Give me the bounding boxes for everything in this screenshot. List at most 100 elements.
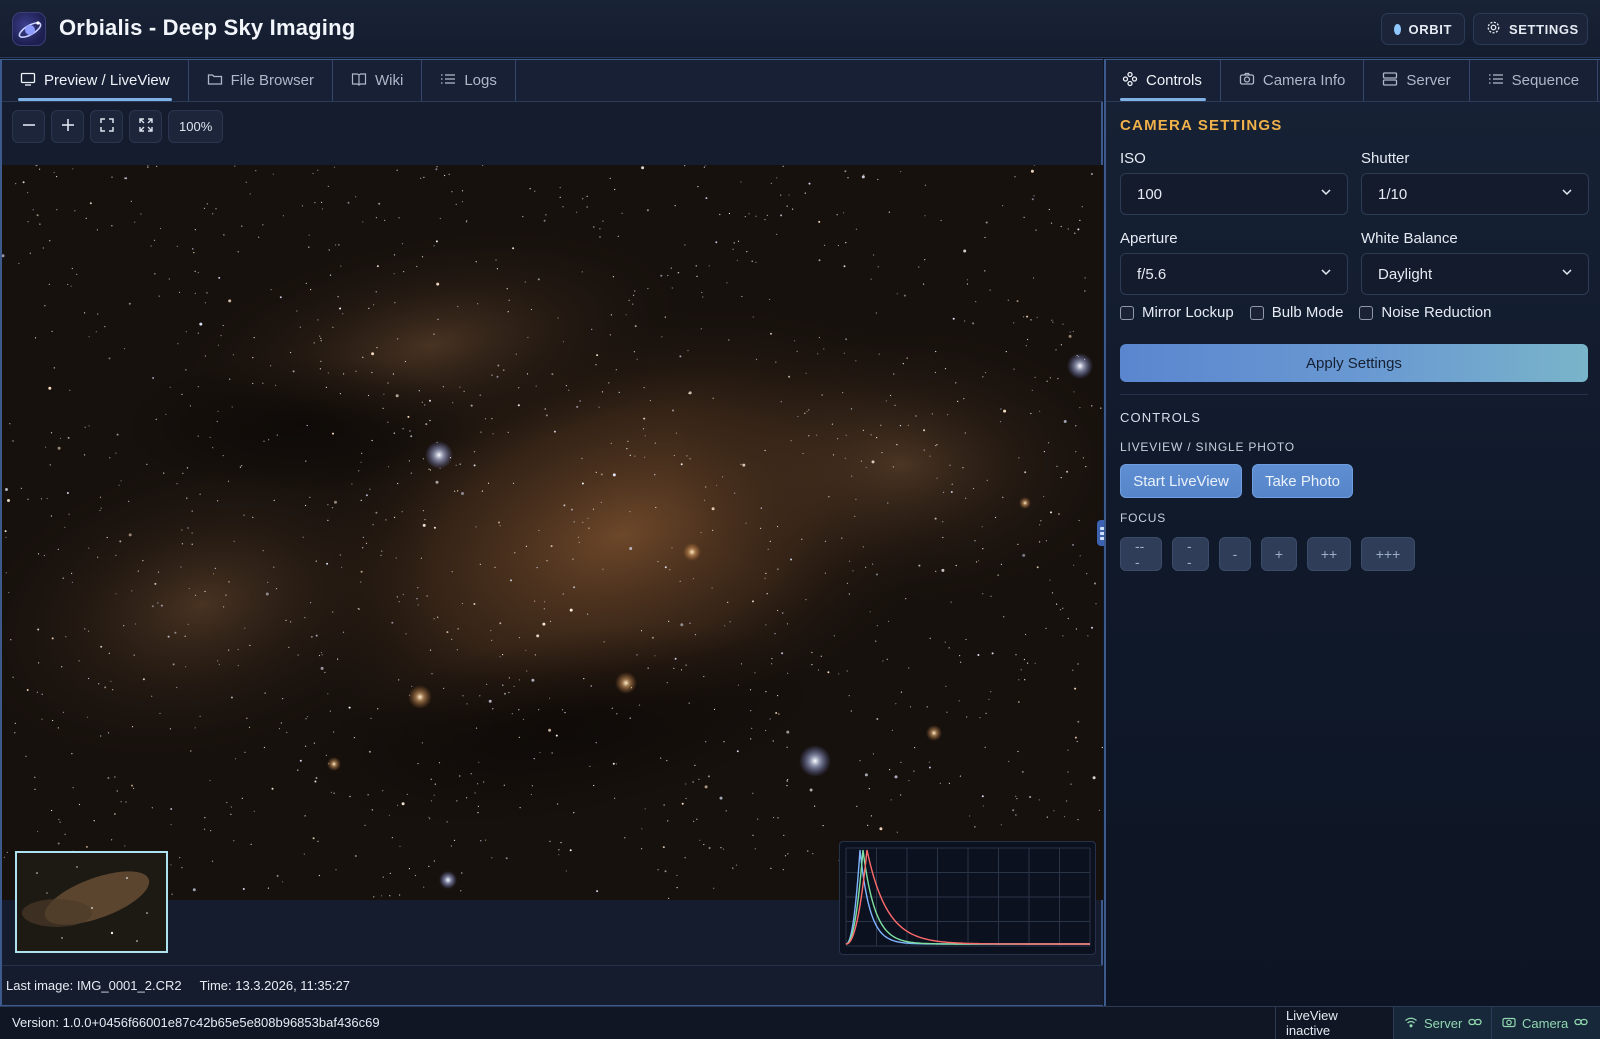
- shutter-select[interactable]: 1/10: [1361, 173, 1589, 215]
- focus-far-small-button[interactable]: -: [1219, 537, 1251, 571]
- focus-near-small-button[interactable]: +: [1261, 537, 1297, 571]
- zoom-out-icon: [21, 117, 37, 137]
- settings-button[interactable]: SETTINGS: [1473, 13, 1588, 45]
- camera-status[interactable]: Camera: [1491, 1007, 1600, 1039]
- tab-label: Server: [1406, 72, 1451, 89]
- checkbox-label: Bulb Mode: [1271, 304, 1344, 321]
- link-icon: [1574, 1015, 1588, 1032]
- controls-icon: [1122, 71, 1138, 91]
- tab-file-browser[interactable]: File Browser: [189, 60, 333, 101]
- preview-status-line: Last image: IMG_0001_2.CR2 Time: 13.3.20…: [2, 965, 1103, 1005]
- status-bar: Version: 1.0.0+0456f66001e87c42b65e5e808…: [0, 1006, 1600, 1039]
- aperture-value: f/5.6: [1137, 265, 1167, 283]
- tab-label: Camera Info: [1262, 72, 1346, 89]
- checkbox-label: Noise Reduction: [1381, 304, 1492, 321]
- camera-status-label: Camera: [1522, 1015, 1569, 1031]
- chevron-down-icon: [1560, 185, 1574, 203]
- aperture-select[interactable]: f/5.6: [1120, 253, 1348, 295]
- histogram: [839, 841, 1096, 955]
- liveview-status-label: LiveView inactive: [1286, 1008, 1338, 1038]
- tab-label: Preview / LiveView: [44, 72, 170, 89]
- section-divider: [1120, 394, 1588, 395]
- fullscreen-button[interactable]: [129, 110, 162, 143]
- liveview-status: LiveView inactive: [1275, 1007, 1393, 1039]
- tab-wiki[interactable]: Wiki: [333, 60, 423, 101]
- fit-button[interactable]: [90, 110, 123, 143]
- monitor-icon: [20, 71, 36, 91]
- focus-far-large-button[interactable]: ---: [1120, 537, 1162, 571]
- controls-title: CONTROLS: [1120, 410, 1202, 425]
- focus-near-large-button[interactable]: +++: [1361, 537, 1415, 571]
- tab-label: Logs: [464, 72, 497, 89]
- white-balance-value: Daylight: [1378, 265, 1433, 283]
- link-icon: [1468, 1015, 1482, 1032]
- camera-icon: [1502, 1015, 1516, 1032]
- folder-icon: [207, 71, 223, 91]
- chevron-down-icon: [1560, 265, 1574, 283]
- zoom-level: 100%: [168, 110, 224, 143]
- chevron-down-icon: [1319, 265, 1333, 283]
- last-image-label: Last image: IMG_0001_2.CR2: [6, 978, 182, 993]
- time-label: Time: 13.3.2026, 11:35:27: [199, 978, 350, 993]
- mirror-lockup-checkbox[interactable]: Mirror Lockup: [1120, 304, 1234, 321]
- tab-controls[interactable]: Controls: [1106, 60, 1221, 101]
- tab-label: Controls: [1146, 72, 1202, 89]
- server-icon: [1382, 71, 1398, 91]
- camera-settings-title: CAMERA SETTINGS: [1120, 117, 1283, 134]
- bulb-mode-checkbox[interactable]: Bulb Mode: [1249, 304, 1344, 321]
- focus-far-medium-button[interactable]: --: [1172, 537, 1209, 571]
- shutter-label: Shutter: [1361, 150, 1410, 167]
- left-tabbar: Preview / LiveView File Browser Wiki Log…: [2, 60, 1103, 102]
- apply-settings-button[interactable]: Apply Settings: [1120, 344, 1588, 382]
- histogram-chart: [845, 847, 1091, 947]
- wifi-icon: [1404, 1015, 1418, 1032]
- iso-label: ISO: [1120, 150, 1146, 167]
- milky-way-image: [2, 165, 1103, 900]
- focus-near-medium-button[interactable]: ++: [1307, 537, 1351, 571]
- zoom-in-button[interactable]: [51, 110, 84, 143]
- tab-sequence[interactable]: Sequence: [1470, 60, 1599, 101]
- fullscreen-icon: [138, 117, 154, 137]
- tab-label: Wiki: [374, 72, 404, 89]
- iso-value: 100: [1137, 185, 1163, 203]
- server-status[interactable]: Server: [1393, 1007, 1491, 1039]
- checkbox-box[interactable]: [1120, 305, 1134, 320]
- right-tabbar: Controls Camera Info Server Sequence: [1106, 60, 1600, 102]
- checkbox-box[interactable]: [1249, 305, 1264, 320]
- focus-section-title: FOCUS: [1120, 511, 1166, 525]
- tab-preview-liveview[interactable]: Preview / LiveView: [2, 60, 189, 101]
- tab-label: Sequence: [1511, 72, 1580, 89]
- app-title: Orbialis - Deep Sky Imaging: [59, 15, 356, 40]
- server-status-label: Server: [1424, 1015, 1463, 1031]
- preview-toolbar: 100%: [12, 110, 224, 144]
- aperture-label: Aperture: [1120, 230, 1178, 247]
- preview-image[interactable]: [2, 165, 1103, 900]
- app-logo-icon: [12, 12, 46, 46]
- tab-server[interactable]: Server: [1364, 60, 1470, 101]
- version-label: Version: 1.0.0+0456f66001e87c42b65e5e808…: [12, 1015, 380, 1030]
- tab-label: File Browser: [230, 72, 314, 89]
- camera-icon: [1239, 71, 1255, 91]
- histogram-grid: [845, 847, 1091, 947]
- zoom-out-button[interactable]: [12, 110, 45, 143]
- list-icon: [1488, 71, 1504, 91]
- chevron-down-icon: [1319, 185, 1333, 203]
- checkbox-box[interactable]: [1359, 305, 1374, 320]
- preview-pane: Preview / LiveView File Browser Wiki Log…: [0, 59, 1103, 1006]
- tab-logs[interactable]: Logs: [422, 60, 516, 101]
- iso-select[interactable]: 100: [1120, 173, 1348, 215]
- tab-camera-info[interactable]: Camera Info: [1221, 60, 1365, 101]
- start-liveview-button[interactable]: Start LiveView: [1120, 464, 1242, 498]
- settings-label: SETTINGS: [1509, 21, 1579, 37]
- take-photo-button[interactable]: Take Photo: [1252, 464, 1353, 498]
- orbit-status-dot-icon: [1394, 23, 1401, 35]
- white-balance-select[interactable]: Daylight: [1361, 253, 1589, 295]
- shutter-value: 1/10: [1378, 185, 1408, 203]
- noise-reduction-checkbox[interactable]: Noise Reduction: [1359, 304, 1491, 321]
- orbit-button[interactable]: ORBIT: [1381, 13, 1465, 45]
- image-thumbnail[interactable]: [15, 851, 168, 953]
- liveview-section-title: LIVEVIEW / SINGLE PHOTO: [1120, 440, 1295, 454]
- book-icon: [351, 71, 367, 91]
- list-icon: [440, 71, 456, 91]
- gear-icon: [1486, 20, 1501, 38]
